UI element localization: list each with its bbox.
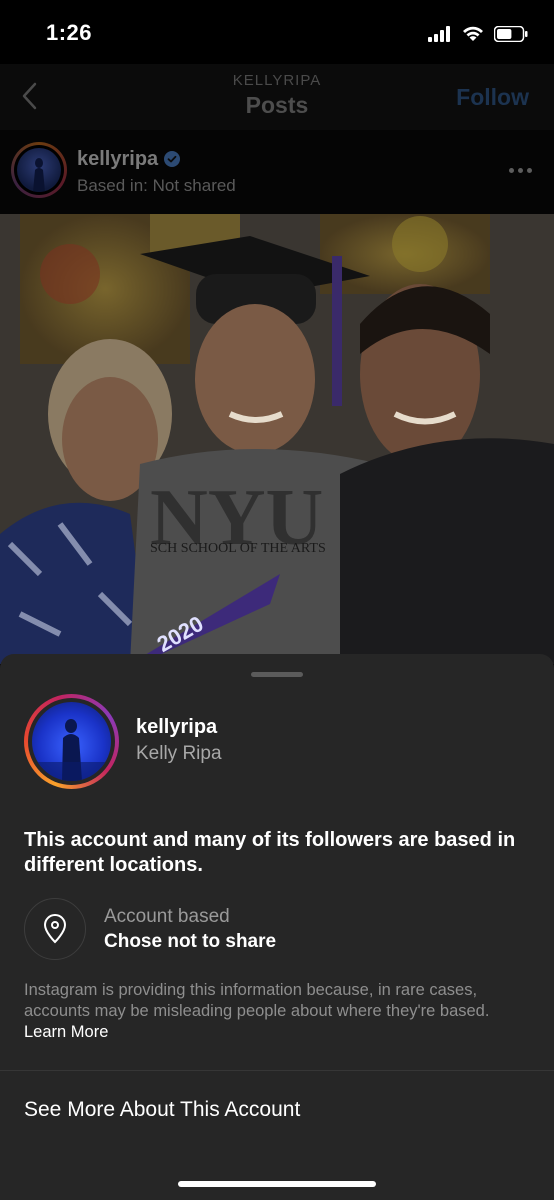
info-text: Instagram is providing this information … [24, 981, 490, 1041]
post-author-username[interactable]: kellyripa [77, 148, 181, 171]
learn-more-link[interactable]: Learn More [24, 1023, 108, 1041]
signal-icon [428, 26, 450, 42]
account-based-label: Account based [104, 906, 230, 927]
account-username: kellyripa [136, 716, 218, 738]
post-author-location: Based in: Not shared [77, 176, 236, 195]
post-author-row: kellyripa Based in: Not shared [0, 130, 554, 214]
battery-icon [494, 26, 528, 42]
location-pin-icon [24, 898, 86, 960]
account-based-value: Chose not to share [104, 931, 277, 952]
post-photo[interactable]: SCH SCHOOL OF THE ARTS NYU 2020 [0, 214, 554, 664]
status-icons [428, 22, 528, 46]
shirt-big-text: NYU [150, 474, 323, 562]
divider [0, 1070, 554, 1071]
sheet-grabber[interactable] [251, 672, 303, 677]
account-full-name: Kelly Ripa [136, 743, 222, 764]
post-photo-illustration: SCH SCHOOL OF THE ARTS NYU 2020 [0, 214, 554, 664]
more-options-icon[interactable] [509, 168, 532, 173]
location-headline: This account and many of its followers a… [24, 829, 516, 876]
account-avatar[interactable] [24, 694, 119, 789]
see-more-about-account-button[interactable]: See More About This Account [24, 1098, 300, 1122]
status-bar: 1:26 [0, 0, 554, 64]
post-author-avatar[interactable] [11, 142, 67, 198]
wifi-icon [463, 26, 483, 41]
verified-badge-icon [164, 151, 181, 167]
status-time: 1:26 [46, 20, 93, 45]
posts-header: KELLYRIPA Posts Follow [0, 64, 554, 130]
follow-button[interactable]: Follow [456, 84, 529, 111]
about-account-sheet: kellyripa Kelly Ripa This account and ma… [0, 654, 554, 1200]
home-indicator[interactable] [178, 1181, 376, 1187]
